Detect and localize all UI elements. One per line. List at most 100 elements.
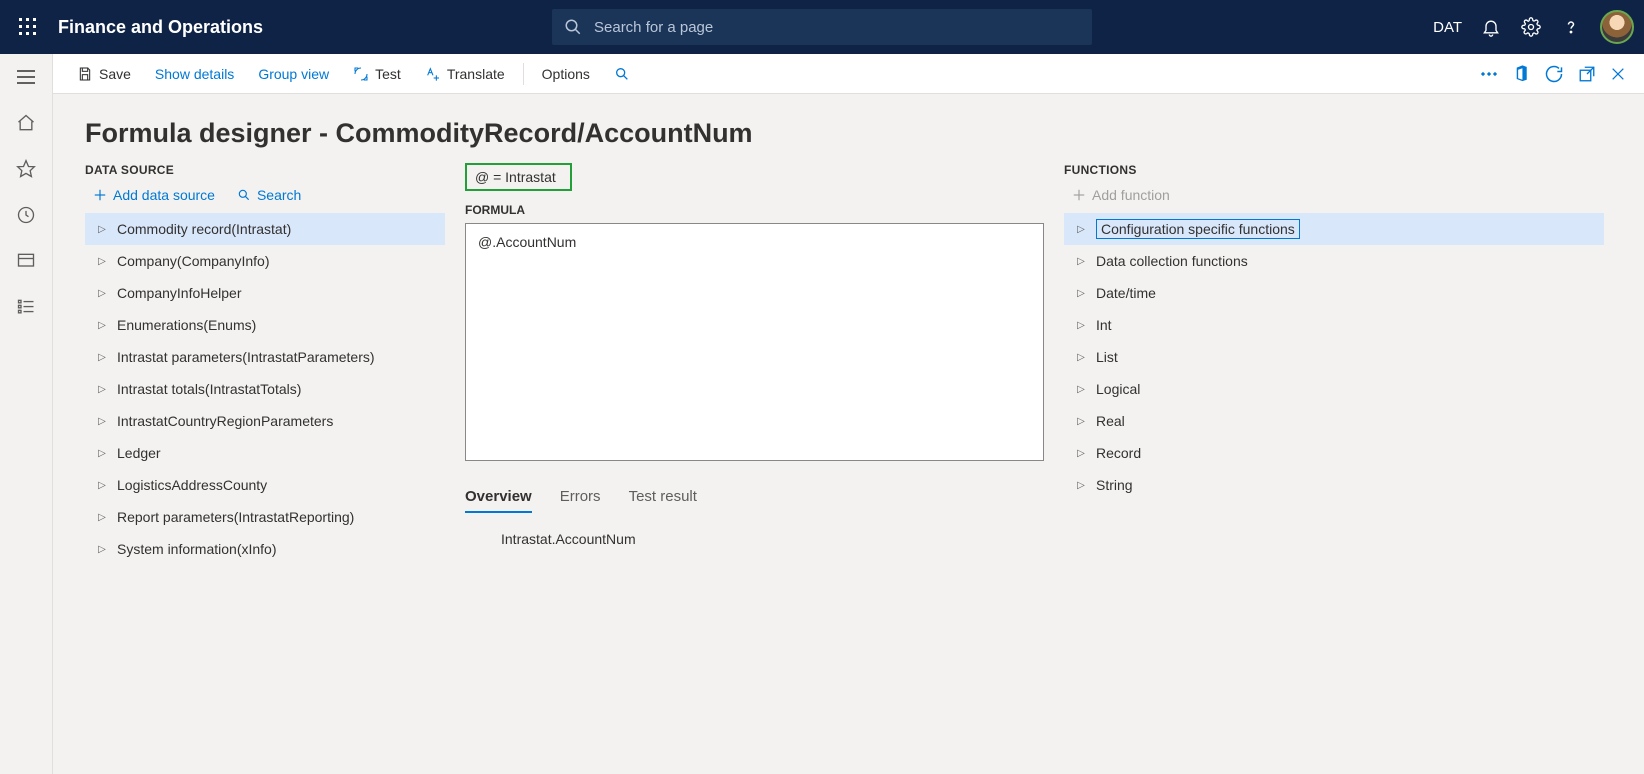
app-connector-icon[interactable] (1480, 65, 1498, 83)
function-category-item[interactable]: ▷ Int (1064, 309, 1604, 341)
datasource-item[interactable]: ▷ System information(xInfo) (85, 533, 445, 565)
add-function-button: Add function (1072, 187, 1170, 203)
formula-input[interactable] (465, 223, 1044, 461)
close-icon[interactable] (1610, 66, 1626, 82)
home-icon[interactable] (15, 112, 37, 134)
result-tabs: Overview Errors Test result (465, 488, 1044, 513)
datasource-item-label: Intrastat parameters(IntrastatParameters… (117, 349, 375, 365)
hamburger-icon[interactable] (15, 66, 37, 88)
page-title: Formula designer - CommodityRecord/Accou… (85, 118, 1604, 149)
formula-label: FORMULA (465, 203, 1044, 217)
chevron-right-icon: ▷ (1072, 480, 1090, 491)
function-category-label: Configuration specific functions (1096, 219, 1300, 239)
save-button[interactable]: Save (65, 54, 143, 94)
modules-icon[interactable] (15, 296, 37, 318)
global-search[interactable]: Search for a page (552, 9, 1092, 45)
gear-icon[interactable] (1520, 16, 1542, 38)
help-icon[interactable] (1560, 16, 1582, 38)
chevron-right-icon: ▷ (93, 480, 111, 491)
separator (523, 63, 524, 85)
add-datasource-button[interactable]: Add data source (93, 187, 215, 203)
chevron-right-icon: ▷ (1072, 256, 1090, 267)
chevron-right-icon: ▷ (93, 448, 111, 459)
function-category-label: List (1096, 349, 1118, 365)
function-category-item[interactable]: ▷ String (1064, 469, 1604, 501)
datasource-item[interactable]: ▷Commodity record(Intrastat) (85, 213, 445, 245)
datasource-item[interactable]: ▷ IntrastatCountryRegionParameters (85, 405, 445, 437)
formula-context: @ = Intrastat (465, 163, 572, 191)
function-category-item[interactable]: ▷Data collection functions (1064, 245, 1604, 277)
function-category-label: String (1096, 477, 1133, 493)
group-view-button[interactable]: Group view (246, 54, 341, 94)
datasource-item-label: LogisticsAddressCounty (117, 477, 267, 493)
function-category-label: Logical (1096, 381, 1140, 397)
chevron-right-icon: ▷ (93, 288, 111, 299)
function-category-label: Date/time (1096, 285, 1156, 301)
datasource-item[interactable]: ▷ CompanyInfoHelper (85, 277, 445, 309)
function-category-item[interactable]: ▷ Date/time (1064, 277, 1604, 309)
chevron-right-icon: ▷ (93, 352, 111, 363)
chevron-right-icon: ▷ (93, 544, 111, 555)
function-category-item[interactable]: ▷Real (1064, 405, 1604, 437)
nav-rail (0, 54, 53, 774)
translate-button[interactable]: Translate (413, 54, 517, 94)
datasource-item[interactable]: ▷ Ledger (85, 437, 445, 469)
search-datasource-button[interactable]: Search (237, 187, 301, 203)
datasource-item[interactable]: ▷ Intrastat totals(IntrastatTotals) (85, 373, 445, 405)
function-category-label: Int (1096, 317, 1112, 333)
show-details-button[interactable]: Show details (143, 54, 246, 94)
result-tab[interactable]: Overview (465, 488, 532, 513)
function-category-item[interactable]: ▷ Record (1064, 437, 1604, 469)
command-bar: Save Show details Group view Test Transl… (53, 54, 1644, 94)
chevron-right-icon: ▷ (1072, 224, 1090, 235)
datasource-item-label: System information(xInfo) (117, 541, 277, 557)
datasource-item-label: Report parameters(IntrastatReporting) (117, 509, 354, 525)
function-category-label: Real (1096, 413, 1125, 429)
test-button[interactable]: Test (341, 54, 413, 94)
result-tab[interactable]: Test result (629, 488, 697, 513)
top-bar: Finance and Operations Search for a page… (0, 0, 1644, 54)
bell-icon[interactable] (1480, 16, 1502, 38)
datasource-item[interactable]: ▷ LogisticsAddressCounty (85, 469, 445, 501)
chevron-right-icon: ▷ (93, 224, 111, 235)
datasource-item[interactable]: ▷Enumerations(Enums) (85, 309, 445, 341)
star-icon[interactable] (15, 158, 37, 180)
chevron-right-icon: ▷ (1072, 288, 1090, 299)
datasource-item[interactable]: ▷ Intrastat parameters(IntrastatParameter… (85, 341, 445, 373)
chevron-right-icon: ▷ (1072, 384, 1090, 395)
workspace-icon[interactable] (15, 250, 37, 272)
chevron-right-icon: ▷ (93, 256, 111, 267)
datasource-item[interactable]: ▷ Company(CompanyInfo) (85, 245, 445, 277)
functions-tree: ▷ Configuration specific functions ▷Data c… (1064, 213, 1604, 501)
datasource-tree: ▷Commodity record(Intrastat)▷Company(Com… (85, 213, 445, 565)
options-button[interactable]: Options (530, 54, 602, 94)
datasource-item-label: Company(CompanyInfo) (117, 253, 270, 269)
function-category-item[interactable]: ▷ Logical (1064, 373, 1604, 405)
refresh-icon[interactable] (1544, 64, 1564, 84)
search-toolbar-button[interactable] (602, 54, 642, 94)
datasource-item-label: Ledger (117, 445, 161, 461)
datasource-item-label: Intrastat totals(IntrastatTotals) (117, 381, 301, 397)
app-launcher-icon[interactable] (10, 9, 46, 45)
result-tab[interactable]: Errors (560, 488, 601, 513)
company-indicator[interactable]: DAT (1433, 19, 1462, 36)
chevron-right-icon: ▷ (1072, 352, 1090, 363)
datasource-item-label: CompanyInfoHelper (117, 285, 242, 301)
chevron-right-icon: ▷ (93, 416, 111, 427)
chevron-right-icon: ▷ (93, 512, 111, 523)
office-icon[interactable] (1512, 64, 1530, 84)
function-category-label: Record (1096, 445, 1141, 461)
app-title: Finance and Operations (58, 17, 263, 38)
popout-icon[interactable] (1578, 65, 1596, 83)
datasource-item[interactable]: ▷ Report parameters(IntrastatReporting) (85, 501, 445, 533)
function-category-item[interactable]: ▷ Configuration specific functions (1064, 213, 1604, 245)
chevron-right-icon: ▷ (93, 320, 111, 331)
chevron-right-icon: ▷ (93, 384, 111, 395)
chevron-right-icon: ▷ (1072, 320, 1090, 331)
chevron-right-icon: ▷ (1072, 448, 1090, 459)
datasource-heading: DATA SOURCE (85, 163, 445, 177)
user-avatar[interactable] (1600, 10, 1634, 44)
clock-icon[interactable] (15, 204, 37, 226)
function-category-item[interactable]: ▷ List (1064, 341, 1604, 373)
datasource-item-label: IntrastatCountryRegionParameters (117, 413, 333, 429)
